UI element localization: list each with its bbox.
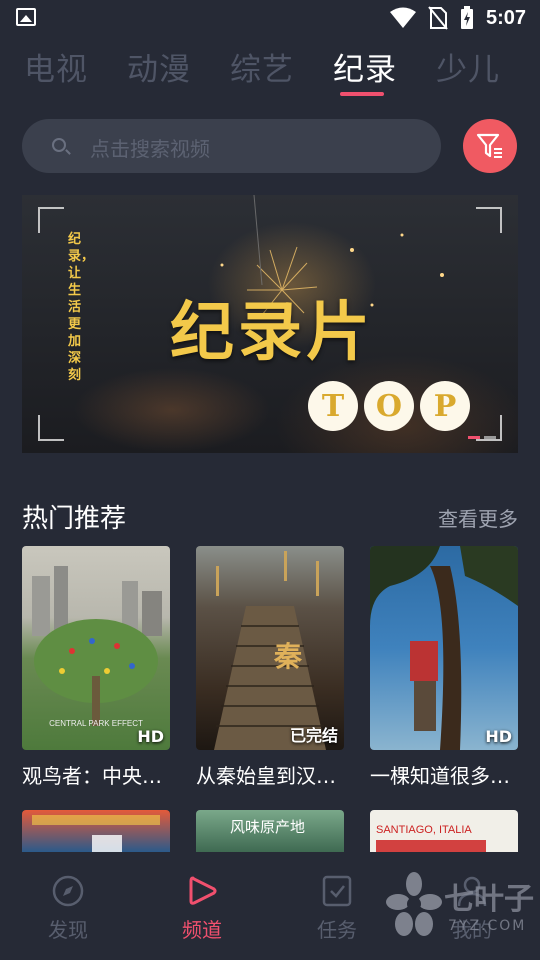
poster-image: HD: [370, 546, 518, 750]
poster-art: [370, 546, 518, 750]
watermark-text: 七叶子: [444, 882, 534, 917]
poster-image: 秦 已完结: [196, 546, 344, 750]
poster-art: CENTRAL PARK EFFECT: [32, 566, 162, 728]
image-notification-icon: [16, 8, 36, 26]
poster-caption: SANTIAGO, ITALIA: [376, 824, 472, 836]
active-tab-indicator: [340, 92, 384, 96]
tab-kids[interactable]: 少儿: [436, 44, 500, 89]
leaf-logo-icon: [386, 872, 442, 936]
tab-documentary[interactable]: 纪录: [333, 44, 397, 89]
quality-badge: HD: [137, 727, 164, 746]
section-title: 热门推荐: [22, 504, 127, 534]
filter-button[interactable]: [463, 119, 517, 173]
battery-icon: [460, 6, 473, 29]
carousel-indicator: [468, 436, 496, 439]
video-card[interactable]: HD 一棵知道很多…: [370, 546, 518, 789]
status-badge: 已完结: [289, 726, 338, 745]
watermark: 七叶子 7YZ.COM: [384, 864, 534, 948]
poster-image: CENTRAL PARK EFFECT HD: [22, 546, 170, 750]
search-bar[interactable]: 点击搜索视频: [22, 119, 441, 173]
video-card[interactable]: CENTRAL PARK EFFECT HD 观鸟者：中央…: [22, 546, 170, 789]
clock: 5:07: [485, 6, 526, 29]
status-bar: 5:07: [0, 0, 540, 36]
nav-tasks[interactable]: 任务: [287, 874, 387, 943]
nav-channel[interactable]: 频道: [152, 874, 252, 943]
see-more-link[interactable]: 查看更多: [438, 503, 518, 532]
featured-banner[interactable]: 纪录，让生活更加深刻 纪录片 T O P: [22, 195, 518, 453]
video-card[interactable]: SANTIAGO, ITALIA: [370, 810, 518, 852]
banner-tagline: 纪录，让生活更加深刻: [68, 232, 95, 383]
play-icon: [189, 876, 217, 905]
banner-title: 纪录片: [170, 295, 374, 370]
frame-corner: [38, 207, 64, 233]
poster-art: 秦: [214, 551, 326, 750]
video-card[interactable]: 风味原产地: [196, 810, 344, 852]
video-title: 一棵知道很多…: [370, 764, 510, 788]
video-title: 观鸟者：中央…: [22, 764, 162, 788]
search-icon: [52, 138, 66, 152]
top-letter: P: [420, 381, 470, 431]
video-title: 从秦始皇到汉…: [196, 764, 336, 788]
tab-tv[interactable]: 电视: [24, 44, 88, 89]
frame-corner: [38, 415, 64, 441]
search-placeholder: 点击搜索视频: [90, 137, 210, 161]
frame-corner: [476, 207, 502, 233]
nav-discover[interactable]: 发现: [18, 874, 118, 943]
tab-variety[interactable]: 综艺: [230, 44, 294, 89]
status-icons: 5:07: [389, 4, 526, 32]
no-sim-icon: [428, 6, 448, 30]
tab-anime[interactable]: 动漫: [127, 44, 191, 89]
category-tabs: 电视 动漫 综艺 纪录 少儿: [0, 44, 540, 100]
filter-icon: [476, 133, 502, 158]
task-icon: [322, 875, 352, 907]
watermark-url: 7YZ.COM: [448, 918, 527, 934]
top-letter: T: [308, 381, 358, 431]
top-letter: O: [364, 381, 414, 431]
nav-label: 频道: [182, 918, 222, 942]
poster-image: [32, 815, 160, 852]
nav-label: 发现: [48, 918, 88, 942]
poster-caption: 秦: [273, 640, 303, 673]
compass-icon: [52, 875, 84, 907]
quality-badge: HD: [485, 727, 512, 746]
video-card[interactable]: 秦 已完结 从秦始皇到汉…: [196, 546, 344, 789]
poster-caption: CENTRAL PARK EFFECT: [49, 719, 143, 728]
wifi-icon: [389, 7, 416, 28]
banner-top-badges: T O P: [308, 381, 470, 431]
video-card[interactable]: [22, 810, 170, 852]
nav-label: 任务: [317, 918, 357, 942]
poster-caption: 风味原产地: [230, 818, 306, 836]
